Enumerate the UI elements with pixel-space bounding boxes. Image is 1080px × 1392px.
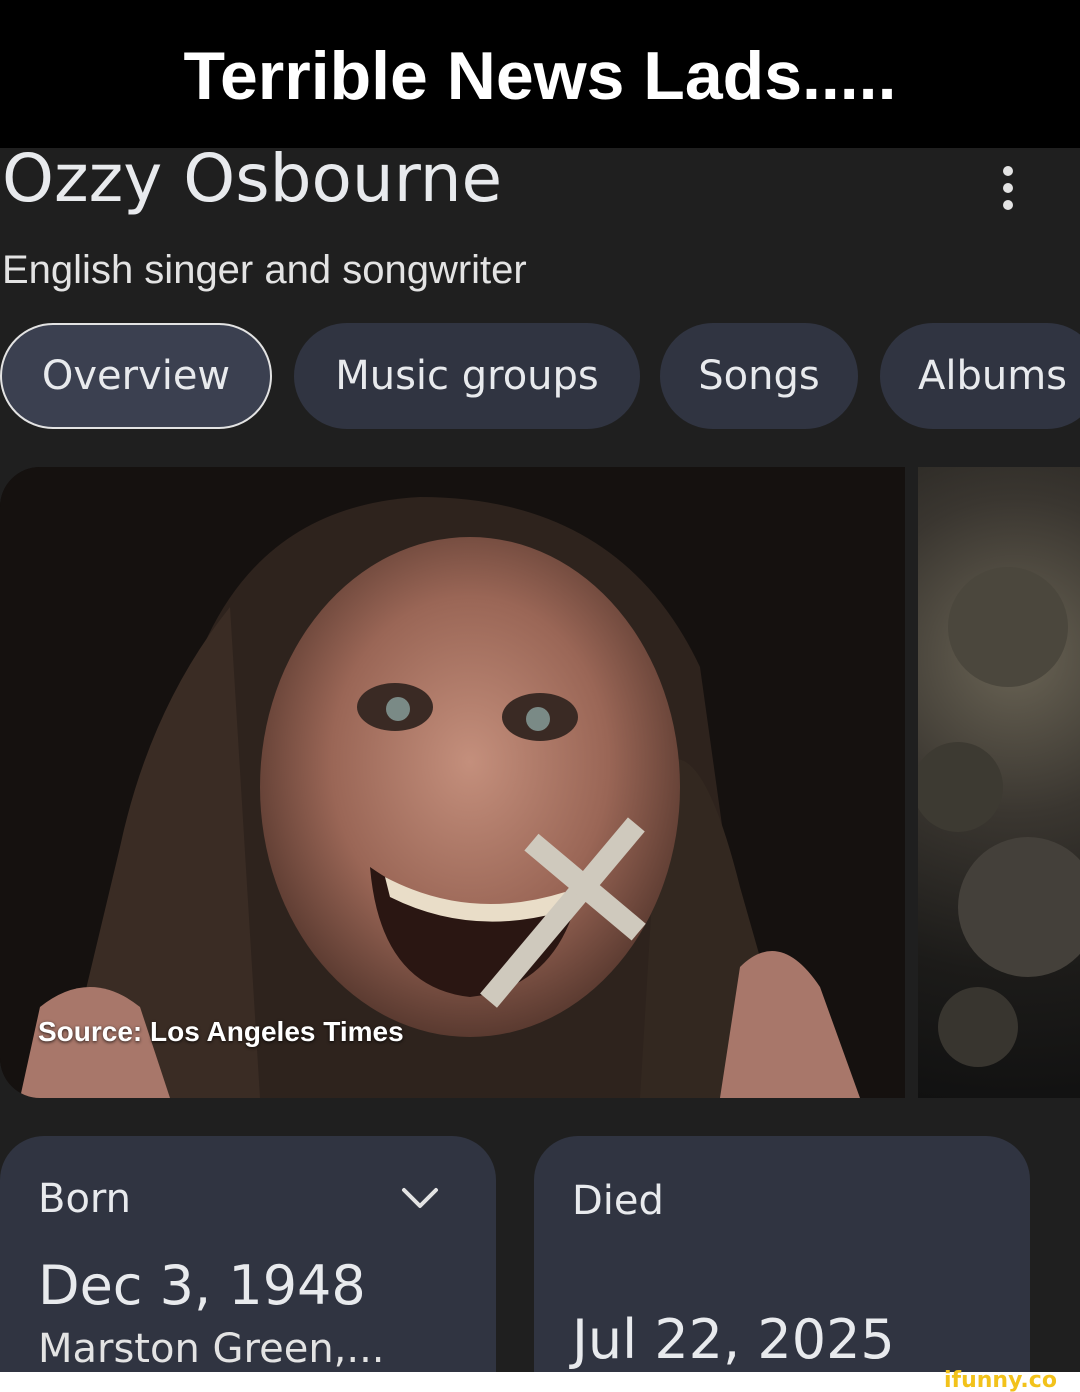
died-date: Jul 22, 2025 [572, 1308, 895, 1371]
footer-strip [0, 1372, 1080, 1392]
menu-dot [1003, 200, 1013, 210]
tab-overview[interactable]: Overview [0, 323, 272, 429]
menu-dot [1003, 183, 1013, 193]
entity-description: English singer and songwriter [2, 248, 527, 292]
entity-title: Ozzy Osbourne [2, 140, 503, 217]
chevron-down-icon[interactable] [400, 1184, 440, 1212]
born-label: Born [38, 1176, 132, 1222]
image-source: Source: Los Angeles Times [38, 1016, 404, 1047]
meme-caption: Terrible News Lads..... [183, 38, 897, 114]
died-card[interactable]: Died Jul 22, 2025 [534, 1136, 1030, 1376]
tab-music-groups[interactable]: Music groups [294, 323, 640, 429]
menu-dot [1003, 166, 1013, 176]
portrait-illustration [0, 467, 905, 1098]
site-watermark: ifunny.co [944, 1368, 1057, 1392]
knowledge-panel: Ozzy Osbourne English singer and songwri… [0, 140, 1080, 1376]
tab-songs[interactable]: Songs [660, 323, 858, 429]
more-options-icon[interactable] [990, 166, 1026, 210]
tab-albums[interactable]: Albums [880, 323, 1080, 429]
texture-illustration [918, 567, 1080, 1067]
entity-main-photo[interactable] [0, 467, 905, 1098]
born-place: Marston Green,... [38, 1326, 385, 1372]
died-label: Died [572, 1178, 664, 1224]
secondary-photo[interactable] [918, 467, 1080, 1098]
born-date: Dec 3, 1948 [38, 1254, 366, 1317]
meme-caption-bar: Terrible News Lads..... [0, 0, 1080, 148]
born-card[interactable]: Born Dec 3, 1948 Marston Green,... [0, 1136, 496, 1376]
